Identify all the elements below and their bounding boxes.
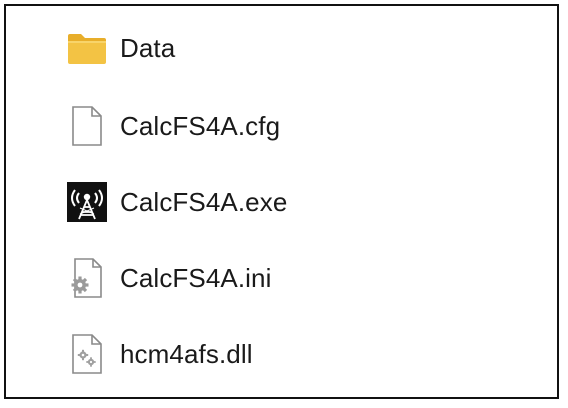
file-item-data-folder[interactable]: Data: [64, 22, 484, 74]
file-name: CalcFS4A.ini: [120, 262, 272, 293]
file-name: CalcFS4A.exe: [120, 186, 288, 217]
file-item-dll[interactable]: hcm4afs.dll: [64, 328, 484, 380]
folder-icon: [64, 25, 110, 71]
file-list-window: Data CalcFS4A.cfg CalcFS4A.exe CalcFS4A.…: [4, 4, 559, 399]
file-item-exe[interactable]: CalcFS4A.exe: [64, 176, 484, 228]
file-list: Data CalcFS4A.cfg CalcFS4A.exe CalcFS4A.…: [6, 6, 557, 397]
blank-file-icon: [64, 103, 110, 149]
dll-file-icon: [64, 331, 110, 377]
file-name: CalcFS4A.cfg: [120, 110, 281, 141]
settings-file-icon: [64, 255, 110, 301]
antenna-app-icon: [64, 179, 110, 225]
file-item-ini[interactable]: CalcFS4A.ini: [64, 252, 484, 304]
file-item-cfg[interactable]: CalcFS4A.cfg: [64, 100, 484, 152]
file-name: hcm4afs.dll: [120, 338, 253, 369]
file-name: Data: [120, 32, 176, 63]
